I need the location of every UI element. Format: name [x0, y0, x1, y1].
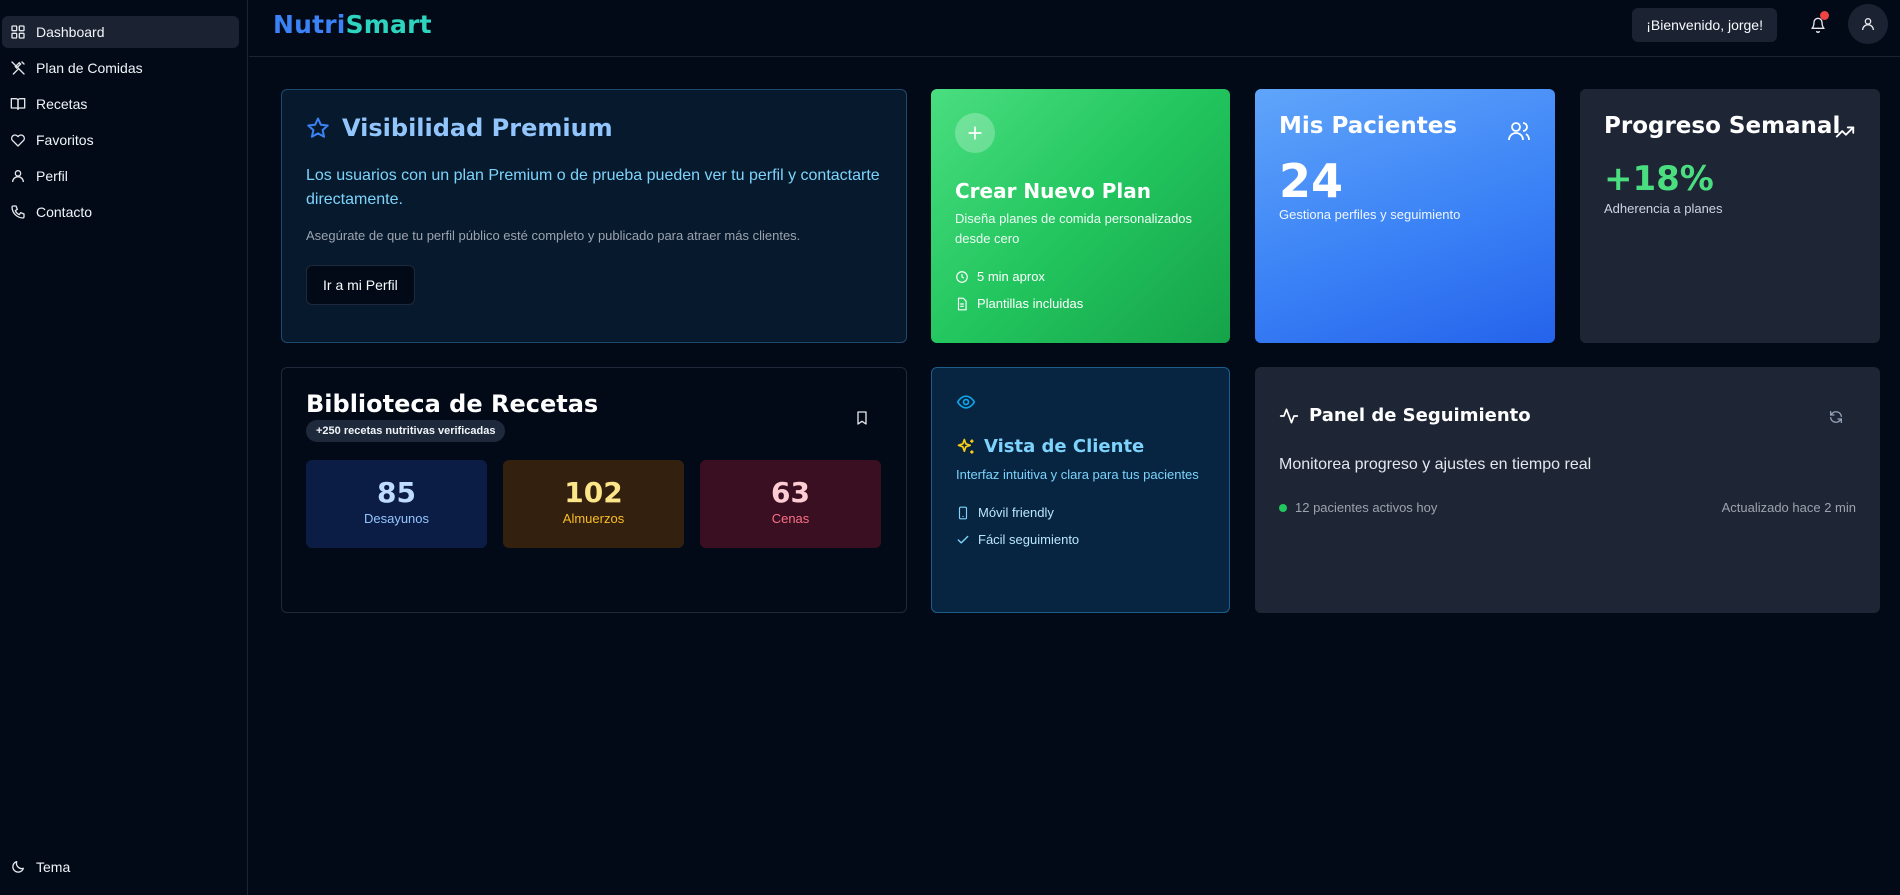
- sidebar-item-label: Favoritos: [36, 132, 94, 148]
- sidebar-item-label: Dashboard: [36, 24, 105, 40]
- moon-icon: [10, 859, 26, 875]
- stat-breakfast[interactable]: 85 Desayunos: [306, 460, 487, 548]
- client-view-title: Vista de Cliente: [956, 436, 1205, 457]
- client-view-desc: Interfaz intuitiva y clara para tus paci…: [956, 467, 1199, 482]
- sidebar-item-label: Perfil: [36, 168, 68, 184]
- sidebar: Dashboard Plan de Comidas Recetas Favori…: [0, 0, 248, 895]
- client-view-card: Vista de Cliente Interfaz intuitiva y cl…: [931, 367, 1230, 613]
- sidebar-item-dashboard[interactable]: Dashboard: [2, 16, 239, 48]
- go-to-profile-button[interactable]: Ir a mi Perfil: [306, 265, 415, 305]
- utensils-icon: [10, 60, 26, 76]
- trending-up-icon: [1834, 121, 1856, 143]
- active-patients-text: 12 pacientes activos hoy: [1295, 500, 1438, 515]
- tracking-title-text: Panel de Seguimiento: [1309, 405, 1531, 426]
- notification-badge: [1820, 11, 1829, 20]
- stat-label: Cenas: [771, 511, 810, 526]
- clock-icon: [955, 270, 969, 284]
- feature-tracking: Fácil seguimiento: [956, 532, 1205, 547]
- tracking-desc: Monitorea progreso y ajustes en tiempo r…: [1279, 456, 1592, 473]
- theme-label: Tema: [36, 859, 71, 875]
- feature-label: Plantillas incluidas: [977, 296, 1084, 311]
- feature-templates: Plantillas incluidas: [955, 296, 1206, 311]
- sidebar-item-label: Recetas: [36, 96, 88, 112]
- book-open-icon: [10, 96, 26, 112]
- progress-title: Progreso Semanal: [1604, 113, 1841, 139]
- feature-label: 5 min aprox: [977, 269, 1045, 284]
- tracking-title: Panel de Seguimiento: [1279, 405, 1856, 426]
- stat-label: Almuerzos: [562, 511, 625, 526]
- stat-lunch[interactable]: 102 Almuerzos: [503, 460, 684, 548]
- user-icon: [10, 168, 26, 184]
- premium-visibility-card: Visibilidad Premium Los usuarios con un …: [281, 89, 907, 343]
- activity-icon: [1279, 406, 1299, 426]
- premium-title-text: Visibilidad Premium: [342, 114, 613, 142]
- stat-dinner[interactable]: 63 Cenas: [700, 460, 881, 548]
- create-plan-desc: Diseña planes de comida personalizados d…: [955, 211, 1193, 246]
- stat-value: 85: [377, 476, 416, 509]
- bookmark-icon[interactable]: [854, 410, 870, 426]
- patients-count: 24: [1279, 154, 1344, 208]
- stat-value: 63: [771, 476, 810, 509]
- premium-title: Visibilidad Premium: [306, 114, 882, 142]
- phone-icon: [10, 204, 26, 220]
- sidebar-item-label: Plan de Comidas: [36, 60, 143, 76]
- recipe-stats: 85 Desayunos 102 Almuerzos 63 Cenas: [306, 460, 882, 548]
- stat-label: Desayunos: [363, 511, 430, 526]
- tracking-status-row: 12 pacientes activos hoy Actualizado hac…: [1279, 500, 1856, 515]
- sidebar-item-favoritos[interactable]: Favoritos: [2, 124, 239, 156]
- sidebar-footer: Tema: [0, 851, 247, 887]
- sidebar-nav: Dashboard Plan de Comidas Recetas Favori…: [0, 0, 247, 228]
- sidebar-item-label: Contacto: [36, 204, 93, 220]
- brand-logo[interactable]: NutriSmart: [273, 10, 432, 39]
- users-icon: [1507, 119, 1531, 143]
- feature-mobile: Móvil friendly: [956, 505, 1205, 520]
- feature-label: Móvil friendly: [978, 505, 1054, 520]
- client-view-title-text: Vista de Cliente: [984, 436, 1145, 457]
- sidebar-item-contacto[interactable]: Contacto: [2, 196, 239, 228]
- status-dot: [1279, 503, 1287, 512]
- recipes-badge: +250 recetas nutritivas verificadas: [306, 420, 506, 442]
- patients-card[interactable]: Mis Pacientes 24 Gestiona perfiles y seg…: [1255, 89, 1555, 343]
- welcome-button[interactable]: ¡Bienvenido, jorge!: [1632, 8, 1777, 42]
- refresh-icon[interactable]: [1828, 409, 1844, 425]
- create-plan-card[interactable]: Crear Nuevo Plan Diseña planes de comida…: [931, 89, 1230, 343]
- recipe-library-card: Biblioteca de Recetas +250 recetas nutri…: [281, 367, 907, 613]
- smartphone-icon: [956, 506, 970, 520]
- feature-label: Fácil seguimiento: [978, 532, 1080, 547]
- star-icon: [306, 116, 330, 140]
- tracking-panel-card: Panel de Seguimiento Monitorea progreso …: [1255, 367, 1880, 613]
- library-title: Biblioteca de Recetas: [306, 390, 599, 418]
- last-updated-text: Actualizado hace 2 min: [1721, 500, 1856, 515]
- progress-value: +18%: [1604, 159, 1714, 199]
- sidebar-item-perfil[interactable]: Perfil: [2, 160, 239, 192]
- eye-icon: [956, 392, 1205, 412]
- sparkles-icon: [956, 437, 976, 457]
- premium-lead: Los usuarios con un plan Premium o de pr…: [306, 167, 880, 208]
- premium-note: Asegúrate de que tu perfil público esté …: [306, 228, 801, 243]
- sidebar-item-recetas[interactable]: Recetas: [2, 88, 239, 120]
- feature-time: 5 min aprox: [955, 269, 1206, 284]
- progress-sub: Adherencia a planes: [1604, 201, 1723, 216]
- user-icon: [1860, 16, 1876, 32]
- heart-icon: [10, 132, 26, 148]
- patients-title: Mis Pacientes: [1279, 113, 1458, 139]
- weekly-progress-card: Progreso Semanal +18% Adherencia a plane…: [1580, 89, 1880, 343]
- avatar[interactable]: [1848, 4, 1888, 44]
- file-text-icon: [955, 297, 969, 311]
- stat-value: 102: [564, 476, 623, 509]
- create-plan-title: Crear Nuevo Plan: [955, 179, 1151, 203]
- patients-sub: Gestiona perfiles y seguimiento: [1279, 207, 1461, 222]
- theme-toggle[interactable]: Tema: [2, 851, 239, 883]
- check-icon: [956, 533, 970, 547]
- sidebar-item-plan-de-comidas[interactable]: Plan de Comidas: [2, 52, 239, 84]
- plus-icon: [955, 113, 995, 153]
- grid-icon: [10, 24, 26, 40]
- brand-part-1: Nutri: [273, 10, 346, 39]
- brand-part-2: Smart: [345, 10, 432, 39]
- top-header: NutriSmart ¡Bienvenido, jorge!: [249, 0, 1900, 57]
